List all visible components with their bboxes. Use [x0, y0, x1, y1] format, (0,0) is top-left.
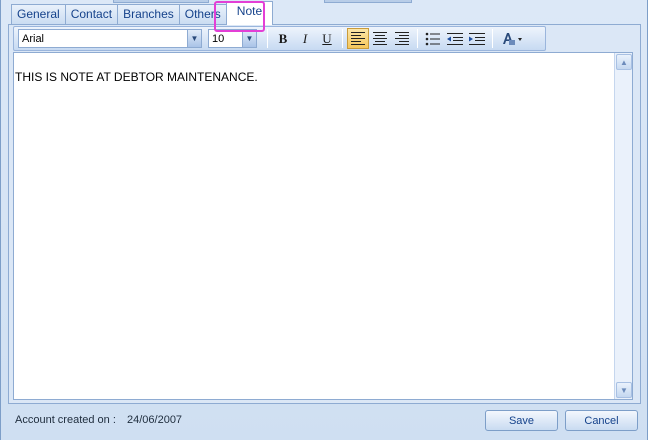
scroll-down-icon[interactable]: ▼	[616, 382, 632, 398]
bold-button[interactable]: B	[272, 28, 294, 49]
toolbar-separator	[492, 29, 493, 48]
cancel-button[interactable]: Cancel	[565, 410, 638, 431]
bullet-list-icon	[425, 32, 440, 45]
format-toolbar: Arial ▼ 10 ▼ B I U	[13, 26, 546, 51]
align-center-icon	[373, 32, 387, 45]
font-family-value: Arial	[22, 32, 45, 45]
dropdown-arrow-icon[interactable]: ▼	[187, 30, 201, 47]
increase-indent-button[interactable]	[466, 28, 488, 49]
align-center-button[interactable]	[369, 28, 391, 49]
debtor-window: General Contact Branches Others Note Ari…	[0, 0, 648, 440]
tab-note[interactable]: Note	[225, 1, 274, 25]
top-bar-stub	[324, 0, 412, 3]
font-color-icon	[503, 32, 522, 45]
decrease-indent-icon	[447, 32, 463, 45]
scroll-up-icon[interactable]: ▲	[616, 54, 632, 70]
font-color-button[interactable]	[497, 28, 527, 49]
toolbar-separator	[417, 29, 418, 48]
font-family-select[interactable]: Arial ▼	[18, 29, 202, 48]
align-right-icon	[395, 32, 409, 45]
note-text[interactable]: THIS IS NOTE AT DEBTOR MAINTENANCE.	[15, 70, 258, 84]
increase-indent-icon	[469, 32, 485, 45]
underline-button[interactable]: U	[316, 28, 338, 49]
align-left-button[interactable]	[347, 28, 369, 49]
account-created-date: 24/06/2007	[127, 414, 183, 426]
note-editor[interactable]: THIS IS NOTE AT DEBTOR MAINTENANCE. ▲ ▼	[13, 52, 633, 400]
account-created-label: Account created on :	[15, 414, 116, 426]
toolbar-separator	[267, 29, 268, 48]
tab-others[interactable]: Others	[178, 4, 227, 25]
font-size-select[interactable]: 10 ▼	[208, 29, 257, 48]
align-right-button[interactable]	[391, 28, 413, 49]
italic-button[interactable]: I	[294, 28, 316, 49]
tab-contact[interactable]: Contact	[64, 4, 119, 25]
tab-general[interactable]: General	[11, 4, 66, 25]
align-left-icon	[351, 32, 365, 45]
bullet-list-button[interactable]	[422, 28, 444, 49]
vertical-scrollbar[interactable]: ▲ ▼	[614, 53, 632, 399]
tab-branches[interactable]: Branches	[117, 4, 180, 25]
decrease-indent-button[interactable]	[444, 28, 466, 49]
font-size-value: 10	[212, 32, 225, 45]
toolbar-separator	[342, 29, 343, 48]
save-button[interactable]: Save	[485, 410, 558, 431]
dropdown-arrow-icon[interactable]: ▼	[242, 30, 256, 47]
tab-strip: General Contact Branches Others Note	[11, 1, 274, 25]
